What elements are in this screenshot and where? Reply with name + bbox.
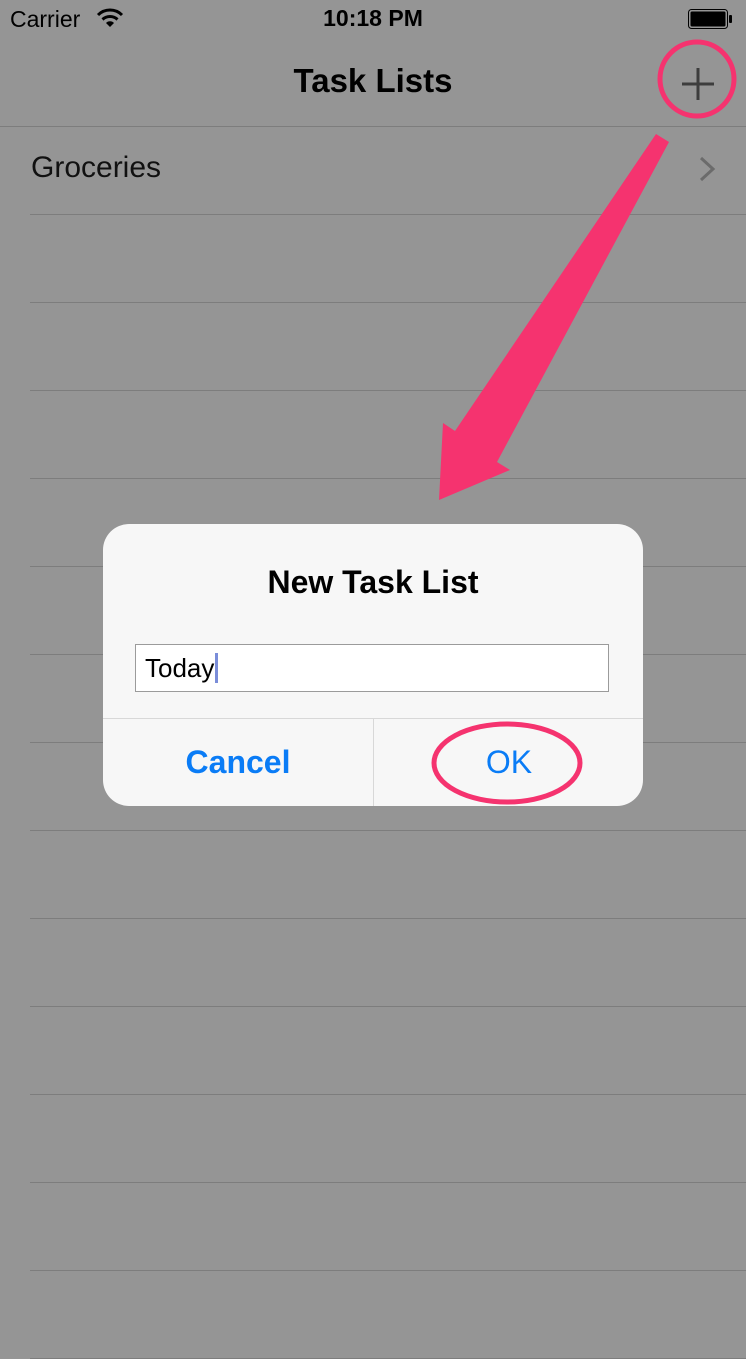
empty-row bbox=[0, 391, 746, 479]
dialog-title: New Task List bbox=[267, 564, 479, 600]
empty-row bbox=[0, 1007, 746, 1095]
page-title: Task Lists bbox=[293, 62, 453, 99]
status-bar: Carrier 10:18 PM bbox=[0, 0, 746, 40]
empty-row bbox=[0, 1183, 746, 1271]
clock-label: 10:18 PM bbox=[323, 5, 423, 31]
ok-button[interactable]: OK bbox=[374, 718, 643, 806]
empty-row bbox=[0, 215, 746, 303]
empty-row bbox=[0, 831, 746, 919]
empty-row bbox=[0, 1095, 746, 1183]
empty-row bbox=[0, 1271, 746, 1359]
new-task-list-dialog: New Task List Today Cancel OK bbox=[103, 524, 643, 806]
add-list-button[interactable] bbox=[670, 56, 726, 112]
empty-row bbox=[0, 919, 746, 1007]
battery-icon bbox=[688, 9, 732, 29]
chevron-right-icon bbox=[699, 156, 716, 182]
list-name-input[interactable]: Today bbox=[135, 644, 609, 692]
list-row-groceries[interactable]: Groceries bbox=[0, 127, 746, 215]
empty-row bbox=[0, 303, 746, 391]
list-item-label: Groceries bbox=[31, 151, 162, 184]
navigation-bar: Task Lists bbox=[0, 40, 746, 127]
plus-icon bbox=[682, 68, 714, 100]
cancel-button[interactable]: Cancel bbox=[103, 718, 373, 806]
